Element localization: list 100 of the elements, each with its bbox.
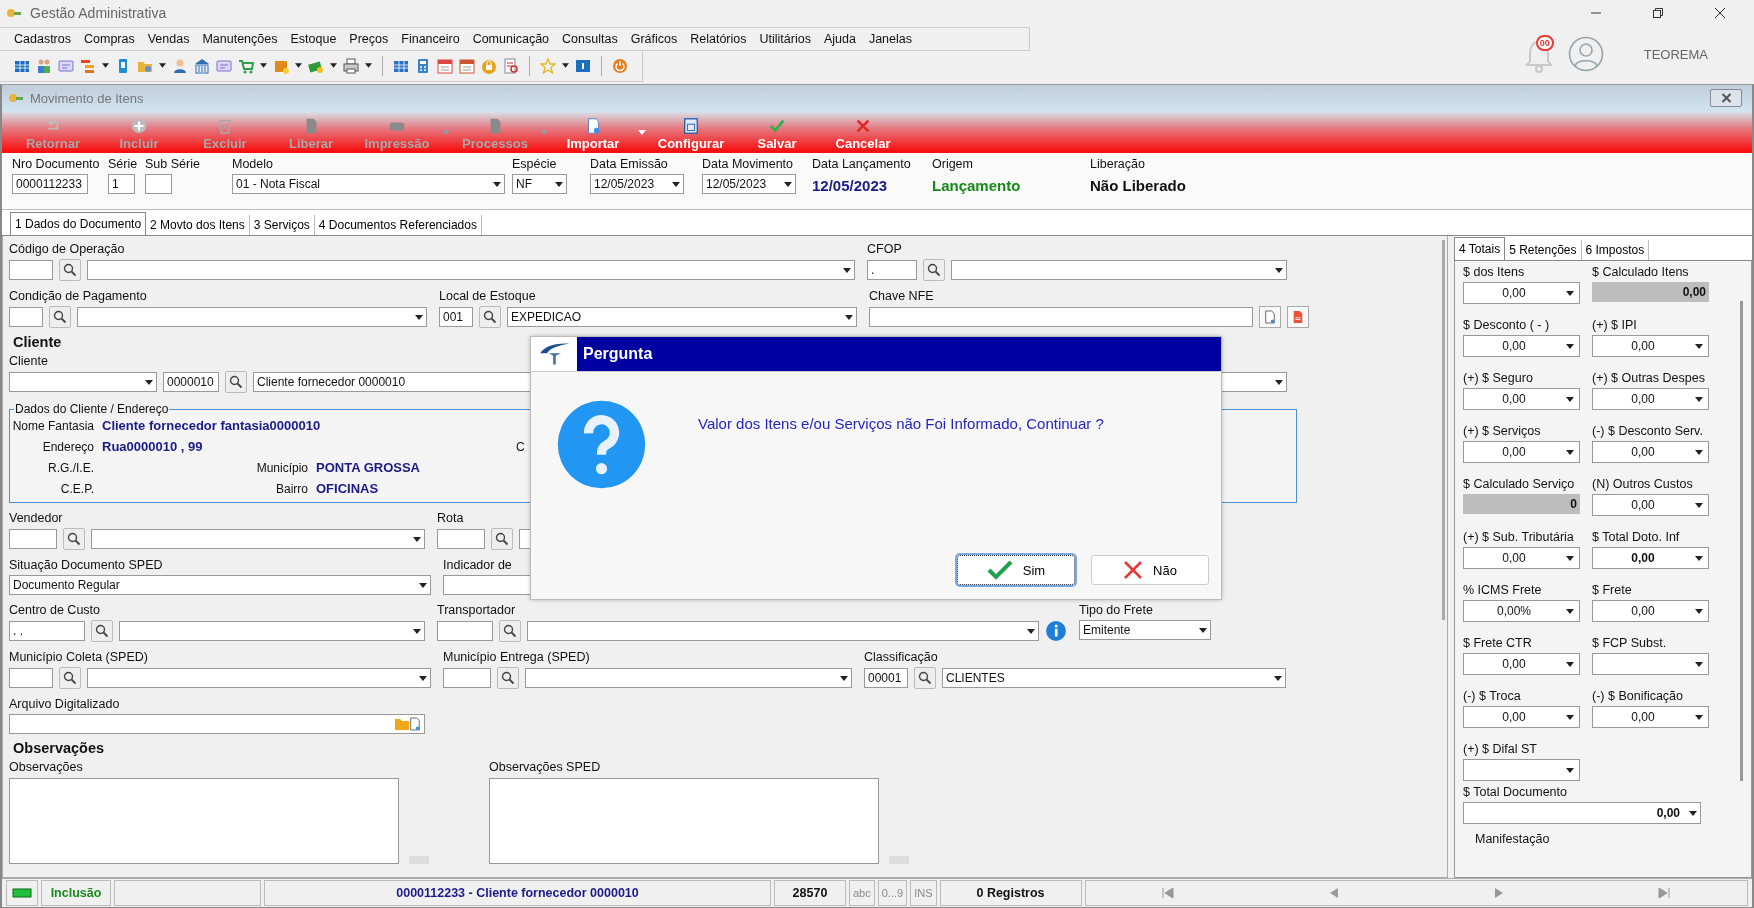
tab[interactable]: 4 Documentos Referenciados: [314, 215, 482, 235]
tab[interactable]: 2 Movto dos Itens: [146, 215, 250, 235]
search-button[interactable]: [914, 667, 936, 689]
file-field[interactable]: [9, 714, 425, 734]
dropdown-field[interactable]: 0,00: [1592, 600, 1709, 622]
input-field[interactable]: 0000010: [163, 372, 219, 392]
menu-item[interactable]: Utilitários: [759, 31, 811, 46]
dropdown-field[interactable]: 0,00%: [1463, 600, 1580, 622]
dropdown-field[interactable]: 0,00: [1463, 802, 1701, 824]
search-button[interactable]: [49, 306, 71, 328]
dialog-button[interactable]: Não: [1091, 555, 1209, 585]
dropdown-field[interactable]: 0,00: [1592, 441, 1709, 463]
dropdown-field[interactable]: [119, 621, 425, 641]
document-icon[interactable]: [1259, 306, 1281, 328]
input-field[interactable]: [443, 668, 491, 688]
folder-icon[interactable]: [395, 718, 409, 730]
info-icon[interactable]: [575, 57, 591, 74]
dropdown-field[interactable]: 0,00: [1463, 653, 1580, 675]
menu-item[interactable]: Janelas: [868, 31, 912, 46]
text-area[interactable]: [9, 778, 399, 864]
dropdown-field[interactable]: [87, 668, 431, 688]
menu-item[interactable]: Gráficos: [630, 31, 678, 46]
bell-icon[interactable]: [1523, 39, 1554, 73]
pdf-icon[interactable]: [1287, 306, 1309, 328]
dropdown-field[interactable]: 0,00: [1592, 494, 1709, 516]
input-field[interactable]: [9, 307, 43, 327]
menu-item[interactable]: Manutenções: [202, 31, 278, 46]
dialog-button[interactable]: Sim: [957, 555, 1075, 585]
menu-item[interactable]: Cadastros: [14, 31, 71, 46]
input-field[interactable]: [437, 529, 485, 549]
input-field[interactable]: 001: [439, 307, 473, 327]
input-field[interactable]: 0000112233: [12, 174, 88, 194]
dropdown-field[interactable]: 0,00: [1463, 282, 1580, 304]
printer-icon[interactable]: [343, 57, 359, 74]
dropdown-field[interactable]: Documento Regular: [9, 575, 431, 595]
scrollbar[interactable]: [1740, 301, 1743, 781]
input-field[interactable]: 00001: [864, 668, 908, 688]
card-icon[interactable]: [216, 57, 232, 74]
dropdown-field[interactable]: [77, 307, 427, 327]
tab[interactable]: 4 Totais: [1454, 237, 1506, 260]
dropdown-field[interactable]: 0,00: [1463, 335, 1580, 357]
menu-item[interactable]: Ajuda: [823, 31, 856, 46]
menu-item[interactable]: Preços: [349, 31, 389, 46]
search-button[interactable]: [923, 259, 945, 281]
menu-item[interactable]: Financeiro: [401, 31, 460, 46]
input-field[interactable]: [9, 529, 57, 549]
lock-icon[interactable]: [481, 57, 497, 74]
toolbar-button[interactable]: Cancelar: [820, 117, 906, 153]
document-icon[interactable]: [409, 717, 421, 731]
input-field[interactable]: 1: [108, 174, 135, 194]
search-button[interactable]: [497, 667, 519, 689]
dropdown-field[interactable]: EXPEDICAO: [507, 307, 857, 327]
input-field[interactable]: . .: [9, 621, 85, 641]
dropdown-field[interactable]: CLIENTES: [942, 668, 1286, 688]
dropdown-field[interactable]: [1463, 759, 1580, 781]
input-field[interactable]: [145, 174, 172, 194]
dropdown-field[interactable]: 0,00: [1463, 441, 1580, 463]
input-field[interactable]: .: [867, 260, 917, 280]
search-button[interactable]: [63, 528, 85, 550]
dropdown-field[interactable]: 0,00: [1463, 388, 1580, 410]
menu-item[interactable]: Comunicação: [472, 31, 550, 46]
caret-icon[interactable]: [638, 129, 646, 135]
text-area[interactable]: [489, 778, 879, 864]
menu-item[interactable]: Consultas: [562, 31, 618, 46]
tab[interactable]: 6 Impostos: [1581, 240, 1650, 260]
bank-icon[interactable]: [194, 57, 210, 74]
search-button[interactable]: [479, 306, 501, 328]
avatar-icon[interactable]: [1567, 36, 1604, 72]
dropdown-field[interactable]: 01 - Nota Fiscal: [232, 174, 505, 194]
dropdown-field[interactable]: [91, 529, 425, 549]
power-icon[interactable]: [612, 57, 628, 74]
next-record-icon[interactable]: [1492, 888, 1505, 898]
toolbar-button[interactable]: Configurar: [648, 117, 734, 153]
search-button[interactable]: [225, 371, 247, 393]
dropdown-field[interactable]: 0,00: [1463, 547, 1580, 569]
star-icon[interactable]: [540, 57, 556, 74]
dropdown-field[interactable]: [1592, 653, 1709, 675]
dropdown-field[interactable]: [87, 260, 855, 280]
menu-item[interactable]: Relatórios: [690, 31, 747, 46]
dropdown-field[interactable]: [527, 621, 1039, 641]
dropdown-field[interactable]: [951, 260, 1287, 280]
dropdown-field[interactable]: 12/05/2023: [590, 174, 684, 194]
input-field[interactable]: [869, 307, 1253, 327]
dropdown-field[interactable]: 0,00: [1592, 388, 1709, 410]
cart-icon[interactable]: [238, 57, 254, 74]
scrollbar[interactable]: [1442, 240, 1445, 620]
input-field[interactable]: [9, 260, 53, 280]
restore-icon[interactable]: [1652, 7, 1664, 19]
dropdown-field[interactable]: [9, 372, 157, 392]
dropdown-field[interactable]: Emitente: [1079, 620, 1211, 640]
person-icon[interactable]: [172, 57, 188, 74]
menu-item[interactable]: Compras: [84, 31, 135, 46]
toolbar-button[interactable]: Importar: [550, 117, 636, 153]
tab[interactable]: 1 Dados do Documento: [10, 212, 147, 235]
input-field[interactable]: [437, 621, 493, 641]
calculator-icon[interactable]: [415, 57, 431, 74]
close-icon[interactable]: [1714, 7, 1726, 19]
toolbar-button[interactable]: Salvar: [734, 117, 820, 153]
tab[interactable]: 3 Serviços: [249, 215, 315, 235]
dropdown-field[interactable]: [525, 668, 852, 688]
